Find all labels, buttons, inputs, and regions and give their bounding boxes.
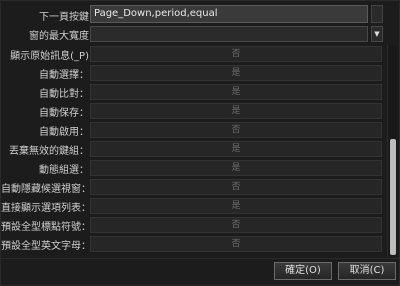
option-row: 丟棄無效的鍵組： 是: [1, 140, 387, 159]
dropdown-arrow-icon[interactable]: ▼: [371, 26, 383, 42]
cancel-button[interactable]: 取消(C): [338, 262, 396, 280]
vertical-scrollbar[interactable]: [387, 45, 397, 257]
scrollbar-thumb[interactable]: [390, 139, 396, 255]
max-width-label: 窗的最大寬度: [29, 31, 89, 42]
option-value[interactable]: 否: [90, 46, 382, 62]
option-label: 自動保存：: [39, 108, 89, 119]
option-value[interactable]: 是: [90, 84, 382, 100]
option-label: 顯示原始訊息(_P): [10, 51, 89, 62]
option-row: 直接顯示選項列表： 是: [1, 197, 387, 216]
option-row: 自動比對： 是: [1, 83, 387, 102]
option-value[interactable]: 是: [90, 198, 382, 214]
option-value[interactable]: 是: [90, 103, 382, 119]
option-value[interactable]: 否: [90, 179, 382, 195]
option-value[interactable]: 是: [90, 160, 382, 176]
option-row: 自動啟用： 否: [1, 121, 387, 140]
option-label: 丟棄無效的鍵組：: [9, 146, 89, 157]
option-value[interactable]: 否: [90, 122, 382, 138]
option-value[interactable]: 是: [90, 65, 382, 81]
settings-dialog: 下一頁按鍵 Page_Down,period,equal 窗的最大寬度 ▼ 顯示…: [0, 0, 400, 286]
option-label: 自動選擇：: [39, 70, 89, 81]
footer-divider: [1, 258, 400, 259]
option-row: 自動選擇： 是: [1, 64, 387, 83]
next-page-key-input[interactable]: Page_Down,period,equal: [90, 5, 368, 23]
option-row: 預設全型標點符號： 否: [1, 216, 387, 235]
ok-button[interactable]: 確定(O): [274, 262, 332, 280]
option-value[interactable]: 否: [90, 217, 382, 233]
option-label: 預設全型標點符號：: [1, 222, 91, 233]
option-label: 預設全型英文字母：: [1, 241, 91, 252]
option-label: 動態組選：: [39, 165, 89, 176]
option-label: 自動隱藏候選視窗：: [1, 184, 91, 195]
option-row: 預設全型英文字母： 否: [1, 235, 387, 254]
next-page-key-label: 下一頁按鍵: [39, 12, 89, 23]
max-width-select[interactable]: [90, 26, 368, 42]
option-value[interactable]: 否: [90, 236, 382, 252]
option-value[interactable]: 是: [90, 141, 382, 157]
option-row: 自動隱藏候選視窗： 否: [1, 178, 387, 197]
option-row: 動態組選： 是: [1, 159, 387, 178]
option-label: 自動比對：: [39, 89, 89, 100]
option-label: 自動啟用：: [39, 127, 89, 138]
next-page-key-edit-button[interactable]: [371, 5, 383, 23]
option-row: 顯示原始訊息(_P) 否: [1, 45, 387, 64]
option-row: 自動保存： 是: [1, 102, 387, 121]
option-label: 直接顯示選項列表：: [1, 203, 91, 214]
